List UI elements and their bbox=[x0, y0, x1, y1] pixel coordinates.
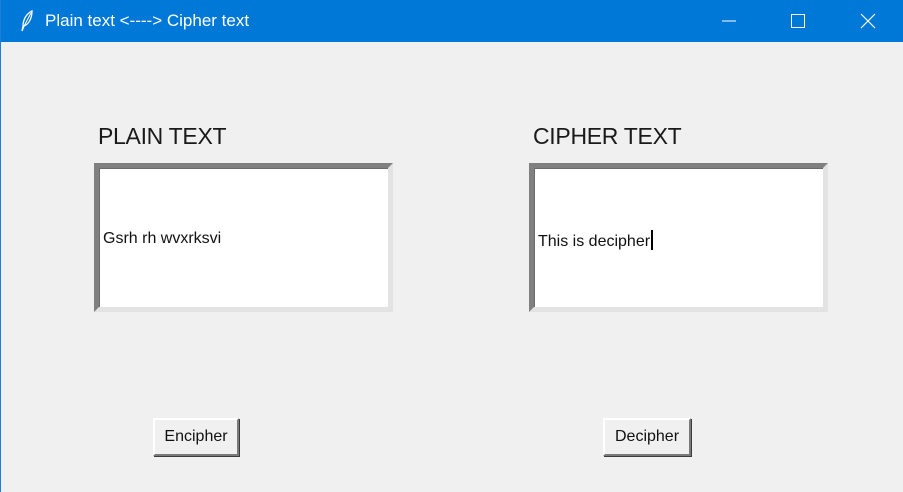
plain-text-value: Gsrh rh wvxrksvi bbox=[103, 230, 222, 247]
decipher-button[interactable]: Decipher bbox=[603, 418, 691, 456]
encipher-button[interactable]: Encipher bbox=[153, 418, 239, 456]
maximize-icon bbox=[791, 14, 805, 28]
plain-text-field[interactable]: Gsrh rh wvxrksvi bbox=[94, 163, 393, 312]
title-bar[interactable]: Plain text <----> Cipher text bbox=[1, 0, 903, 42]
plain-text-heading: PLAIN TEXT bbox=[98, 123, 227, 149]
cipher-text-heading: CIPHER TEXT bbox=[533, 123, 682, 149]
text-cursor bbox=[651, 230, 654, 250]
app-window: Plain text <----> Cipher text PLAIN TEXT… bbox=[0, 0, 903, 492]
cipher-text-value: This is decipher bbox=[538, 233, 651, 250]
close-icon bbox=[860, 13, 876, 29]
cipher-text-field[interactable]: This is decipher bbox=[529, 163, 828, 312]
close-button[interactable] bbox=[833, 0, 903, 42]
minimize-button[interactable] bbox=[694, 0, 764, 42]
minimize-icon bbox=[722, 20, 736, 22]
maximize-button[interactable] bbox=[763, 0, 833, 42]
feather-icon bbox=[20, 9, 34, 32]
window-title: Plain text <----> Cipher text bbox=[45, 11, 250, 30]
